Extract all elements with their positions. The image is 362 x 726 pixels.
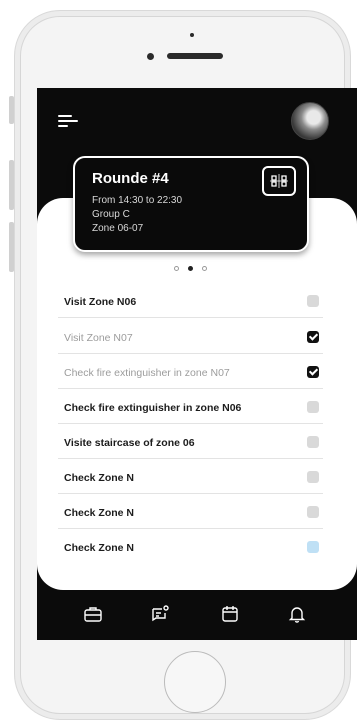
task-checkbox[interactable]	[307, 401, 319, 413]
home-button[interactable]	[164, 651, 226, 713]
bottom-nav	[37, 590, 357, 640]
task-label: Check Zone N	[64, 542, 135, 554]
round-title: Rounde #4	[92, 170, 169, 187]
front-camera	[147, 53, 154, 60]
task-label: Visit Zone N06	[64, 296, 137, 308]
volume-down-button	[9, 222, 14, 272]
hamburger-menu-icon[interactable]	[58, 113, 78, 129]
task-label: Check fire extinguisher in zone N06	[64, 402, 242, 414]
earpiece-speaker	[167, 53, 223, 59]
round-group: Group C	[92, 209, 130, 220]
pager-dot[interactable]	[174, 266, 179, 271]
qr-scan-icon	[270, 174, 288, 188]
mute-switch	[9, 96, 14, 124]
task-row[interactable]: Visit Zone N07	[58, 320, 323, 354]
volume-up-button	[9, 160, 14, 210]
task-label: Visite staircase of zone 06	[64, 437, 195, 449]
task-label: Visit Zone N07	[64, 332, 133, 344]
task-checkbox-checked[interactable]	[307, 366, 319, 378]
sensor-dot	[190, 33, 194, 37]
calendar-icon[interactable]	[220, 604, 240, 624]
task-checkbox[interactable]	[307, 506, 319, 518]
task-row[interactable]: Visit Zone N06	[58, 284, 323, 318]
scan-button[interactable]	[262, 166, 296, 196]
user-avatar[interactable]	[291, 102, 329, 140]
card-pager	[174, 265, 214, 273]
task-row[interactable]: Visite staircase of zone 06	[58, 425, 323, 459]
task-row[interactable]: Check fire extinguisher in zone N06	[58, 390, 323, 424]
round-zone: Zone 06-07	[92, 223, 144, 234]
task-checkbox[interactable]	[307, 295, 319, 307]
message-icon[interactable]	[150, 604, 170, 624]
task-row[interactable]: Check fire extinguisher in zone N07	[58, 355, 323, 389]
task-row[interactable]: Check Zone N	[58, 495, 323, 529]
briefcase-icon[interactable]	[83, 604, 103, 624]
task-row[interactable]: Check Zone N	[58, 530, 323, 564]
task-label: Check Zone N	[64, 507, 135, 519]
task-row[interactable]: Check Zone N	[58, 460, 323, 494]
bell-icon[interactable]	[287, 604, 307, 624]
task-label: Check Zone N	[64, 472, 135, 484]
pager-dot[interactable]	[202, 266, 207, 271]
task-checkbox[interactable]	[307, 471, 319, 483]
task-checkbox-checked[interactable]	[307, 331, 319, 343]
round-time: From 14:30 to 22:30	[92, 195, 183, 206]
task-checkbox[interactable]	[307, 436, 319, 448]
round-card[interactable]: Rounde #4 From 14:30 to 22:30 Group C Zo…	[73, 156, 309, 252]
pager-dot-active[interactable]	[188, 266, 193, 271]
task-checkbox[interactable]	[307, 541, 319, 553]
task-label: Check fire extinguisher in zone N07	[64, 367, 230, 379]
